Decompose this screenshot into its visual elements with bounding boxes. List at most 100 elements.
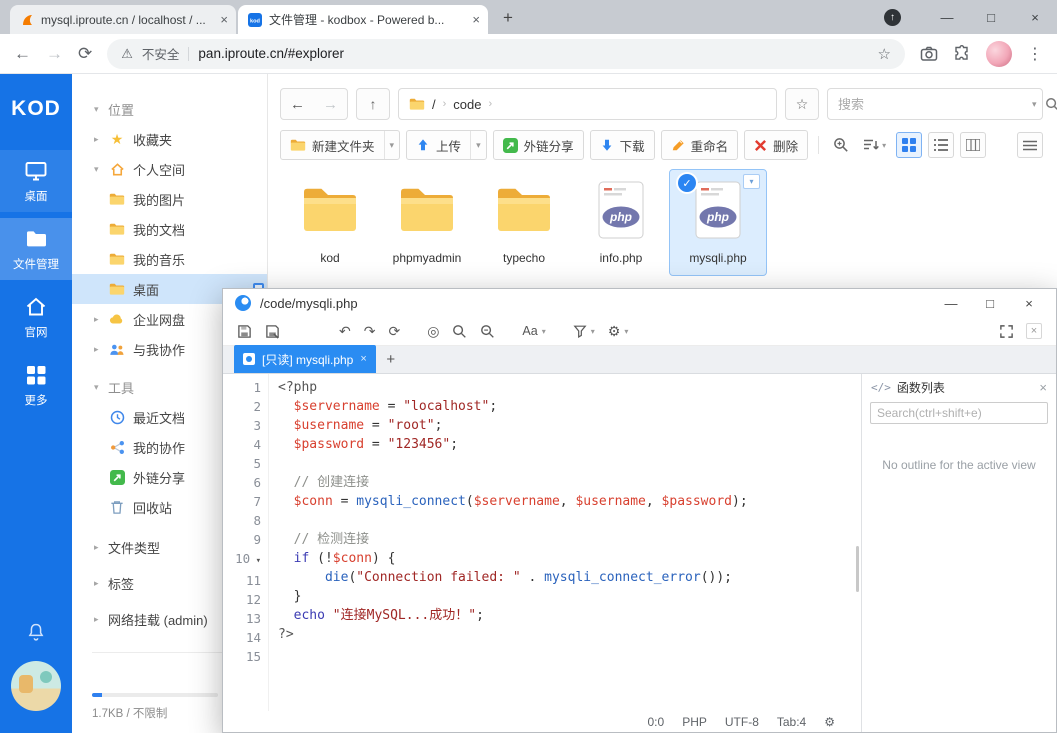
file-item-typecho[interactable]: typecho [476,170,572,275]
search-submit-button[interactable] [1045,97,1057,112]
editor-close-button[interactable]: × [1014,296,1044,311]
chevron-down-icon[interactable]: ▾ [470,131,486,159]
new-folder-button[interactable]: 新建文件夹 ▾ [280,130,400,160]
vertical-scrollbar[interactable] [856,546,859,592]
sort-button[interactable]: ▾ [859,138,890,152]
status-gear-icon[interactable]: ⚙ [824,715,835,729]
back-icon[interactable]: ← [14,45,31,62]
view-list-button[interactable] [928,132,954,158]
rail-item-more[interactable]: 更多 [0,354,72,416]
browser-profile-avatar[interactable] [986,41,1012,67]
notifications-bell-icon[interactable] [26,621,46,643]
zoom-button[interactable] [829,137,853,153]
user-avatar[interactable] [11,661,61,711]
item-menu-caret-icon[interactable]: ▾ [743,174,760,189]
tree-header-location[interactable]: ▾ 位置 [72,94,267,124]
window-minimize-button[interactable]: — [925,10,969,25]
chevron-right-icon[interactable]: ▸ [94,578,108,589]
upload-button[interactable]: 上传 ▾ [406,130,487,160]
chevron-down-icon[interactable]: ▾ [384,131,400,159]
save-all-icon[interactable] [265,324,280,339]
nav-forward-icon[interactable]: → [314,96,347,113]
download-button[interactable]: 下载 [590,130,655,160]
replace-icon[interactable] [480,324,495,339]
browser-tab-kodbox[interactable]: kod 文件管理 - kodbox - Powered b... × [238,5,488,34]
go-up-button[interactable]: ↑ [356,88,390,120]
search-scope-caret-icon[interactable]: ▾ [1024,99,1045,110]
status-encoding[interactable]: UTF-8 [725,715,759,729]
font-size-button[interactable]: Aa ▾ [522,324,545,338]
breadcrumb[interactable]: / › code › [398,88,777,120]
view-columns-button[interactable] [960,132,986,158]
new-tab-button[interactable]: + [494,4,522,32]
delete-button[interactable]: 删除 [744,130,808,160]
browser-tab-mysql[interactable]: mysql.iproute.cn / localhost / ... × [10,5,236,34]
tab-close-icon[interactable]: × [472,12,480,27]
refresh-icon[interactable]: ⟳ [388,324,400,338]
rail-item-file-manager[interactable]: 文件管理 [0,218,72,280]
editor-titlebar[interactable]: /code/mysqli.php — □ × [223,289,1056,317]
rail-item-desktop[interactable]: 桌面 [0,150,72,212]
reload-icon[interactable]: ⟳ [78,45,92,62]
url-text[interactable]: pan.iproute.cn/#explorer [198,46,868,61]
tree-item-favorites[interactable]: ▸ ★ 收藏夹 [72,124,267,154]
file-item-info-php[interactable]: php info.php [573,170,669,275]
file-item-phpmyadmin[interactable]: phpmyadmin [379,170,475,275]
tree-item-my-pictures[interactable]: 我的图片 [72,184,267,214]
selected-check-icon[interactable]: ✓ [678,174,696,192]
breadcrumb-folder[interactable]: code [453,97,481,112]
tab-close-icon[interactable]: × [220,12,228,27]
view-grid-button[interactable] [896,132,922,158]
fullscreen-icon[interactable] [999,324,1014,339]
editor-minimize-button[interactable]: — [936,296,966,311]
bookmark-star-icon[interactable]: ☆ [878,45,891,63]
extensions-puzzle-icon[interactable] [953,45,971,63]
browser-update-icon[interactable]: ↑ [884,9,901,26]
forward-icon[interactable]: → [46,45,63,62]
goto-position-icon[interactable]: ◎ [427,324,439,338]
file-item-mysqli-php[interactable]: ✓ ▾ php mysqli.php [670,170,766,275]
rename-button[interactable]: 重命名 [661,130,739,160]
kod-logo[interactable]: KOD [0,74,72,144]
status-language[interactable]: PHP [682,715,707,729]
search-input[interactable] [828,97,1024,112]
rail-item-website[interactable]: 官网 [0,286,72,348]
filter-tools-button[interactable]: ▾ [573,324,595,338]
url-box[interactable]: ⚠ 不安全 pan.iproute.cn/#explorer ☆ [107,39,905,69]
nav-back-icon[interactable]: ← [281,96,314,113]
list-settings-button[interactable] [1017,132,1043,158]
capture-extension-icon[interactable] [920,45,938,63]
close-panel-icon[interactable]: × [1026,323,1042,339]
status-cursor-position[interactable]: 0:0 [648,715,665,729]
security-label[interactable]: 不安全 [142,44,180,63]
tab-close-icon[interactable]: × [360,353,366,365]
editor-new-tab-button[interactable]: + [376,345,406,373]
chevron-right-icon[interactable]: ▸ [94,614,108,625]
chevron-right-icon[interactable]: ▸ [94,542,108,553]
editor-tab-mysqli[interactable]: [只读] mysqli.php × [234,345,376,373]
editor-settings-button[interactable]: ⚙ ▾ [608,324,629,338]
window-maximize-button[interactable]: □ [969,10,1013,25]
tree-item-my-documents[interactable]: 我的文档 [72,214,267,244]
status-tab-size[interactable]: Tab:4 [777,715,806,729]
redo-icon[interactable]: ↷ [364,324,376,338]
outline-close-icon[interactable]: × [1039,380,1047,395]
save-icon[interactable] [237,324,252,339]
window-close-button[interactable]: × [1013,10,1057,25]
chevron-right-icon[interactable]: ▸ [94,344,108,355]
tree-item-personal-space[interactable]: ▾ 个人空间 [72,154,267,184]
find-icon[interactable] [452,324,467,339]
undo-icon[interactable]: ↶ [339,324,351,338]
outline-search-input[interactable] [870,402,1048,424]
share-button[interactable]: 外链分享 [493,130,584,160]
favorite-path-button[interactable]: ☆ [785,88,819,120]
editor-maximize-button[interactable]: □ [975,296,1005,311]
chevron-down-icon[interactable]: ▾ [94,164,108,175]
tree-item-my-music[interactable]: 我的音乐 [72,244,267,274]
browser-menu-icon[interactable]: ⋮ [1027,44,1043,64]
file-item-kod[interactable]: kod [282,170,378,275]
chevron-right-icon[interactable]: ▸ [94,314,108,325]
code-lines[interactable]: <?php $servername = "localhost"; $userna… [269,374,861,711]
breadcrumb-root[interactable]: / [432,97,436,112]
chevron-right-icon[interactable]: ▸ [94,134,108,145]
